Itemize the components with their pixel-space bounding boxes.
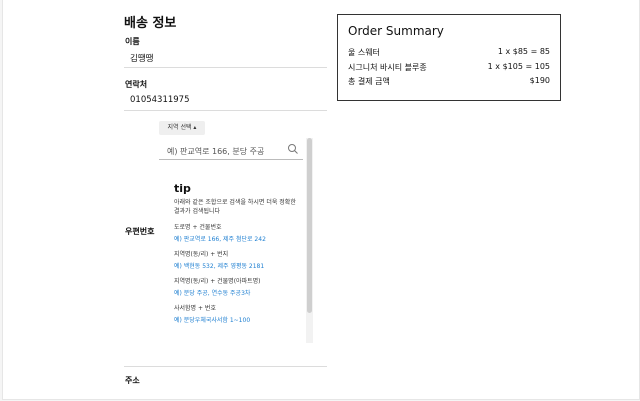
tip-example-value: 예) 분당우체국사서함 1~100 bbox=[174, 317, 251, 324]
name-field[interactable]: 김땡땡 bbox=[130, 52, 153, 64]
tip-example-value: 예) 판교역로 166, 제주 첨단로 242 bbox=[174, 236, 266, 243]
zip-code-label: 우편번호 bbox=[125, 227, 155, 236]
address-divider bbox=[124, 366, 327, 367]
order-summary: Order Summary 울 스웨터 1 x $85 = 85 시그니처 바시… bbox=[337, 14, 561, 101]
search-icon[interactable] bbox=[287, 143, 299, 155]
shipping-title: 배송 정보 bbox=[124, 16, 177, 31]
name-label: 이름 bbox=[125, 37, 140, 46]
address-search-input[interactable] bbox=[159, 141, 287, 162]
tip-example-title: 지역명(동/리) + 건물명(아파트명) bbox=[174, 278, 261, 285]
name-divider bbox=[124, 67, 327, 68]
order-total-label: 총 결제 금액 bbox=[348, 77, 390, 86]
order-item-name: 울 스웨터 bbox=[348, 48, 380, 57]
tip-title: tip bbox=[174, 182, 191, 195]
scrollbar-thumb[interactable] bbox=[307, 138, 312, 313]
phone-divider bbox=[124, 110, 327, 111]
tip-example-title: 지역명(동/리) + 번지 bbox=[174, 251, 229, 258]
region-select-button[interactable]: 지역 선택 ▴ bbox=[159, 121, 205, 135]
tip-example-title: 사서함명 + 번호 bbox=[174, 305, 216, 312]
address-search-box bbox=[159, 139, 303, 162]
order-item-name: 시그니처 바시티 블루종 bbox=[348, 63, 427, 72]
order-summary-title: Order Summary bbox=[348, 24, 444, 38]
order-item-price: 1 x $85 = 85 bbox=[497, 47, 550, 56]
phone-field[interactable]: 01054311975 bbox=[130, 95, 190, 105]
tip-example-value: 예) 분당 주공, 연수동 주공3차 bbox=[174, 290, 251, 297]
phone-label: 연락처 bbox=[125, 80, 148, 89]
tip-example-title: 도로명 + 건물번호 bbox=[174, 224, 222, 231]
tip-example-value: 예) 백현동 532, 제주 영평동 2181 bbox=[174, 263, 265, 270]
results-scrollbar[interactable] bbox=[306, 138, 313, 343]
search-tip: tip 아래와 같은 조합으로 검색을 하시면 더욱 정확한 결과가 검색됩니다… bbox=[174, 182, 302, 324]
order-total-value: $190 bbox=[529, 76, 550, 85]
tip-description: 아래와 같은 조합으로 검색을 하시면 더욱 정확한 결과가 검색됩니다 bbox=[174, 199, 296, 215]
order-item-price: 1 x $105 = 105 bbox=[487, 62, 550, 71]
address-label: 주소 bbox=[125, 376, 140, 385]
